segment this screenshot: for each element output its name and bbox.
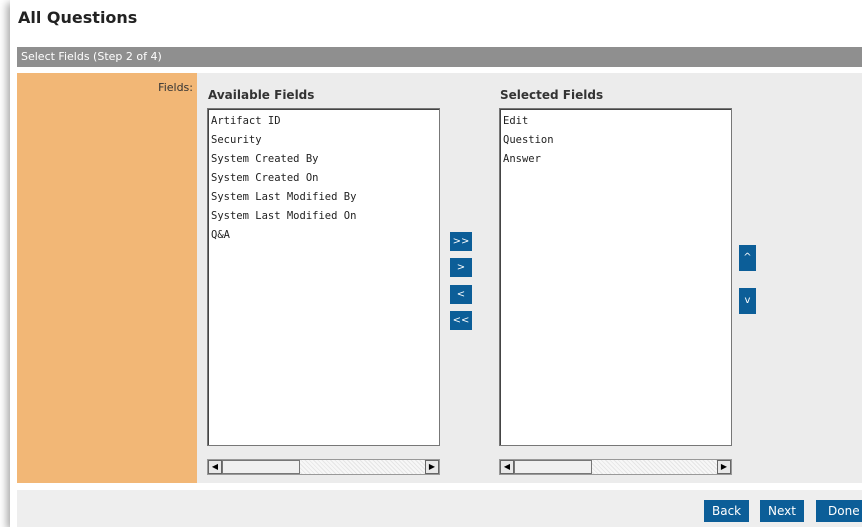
selected-fields-title: Selected Fields — [500, 88, 604, 102]
selected-fields-hscrollbar[interactable]: ◀ ▶ — [499, 459, 732, 475]
move-up-button[interactable]: ^ — [739, 245, 756, 271]
list-item[interactable]: Question — [503, 131, 554, 150]
list-item[interactable]: System Created On — [211, 169, 356, 188]
remove-button[interactable]: < — [450, 285, 472, 304]
scroll-right-arrow-icon[interactable]: ▶ — [717, 460, 731, 474]
scroll-thumb[interactable] — [222, 460, 300, 474]
add-button[interactable]: > — [450, 258, 472, 277]
list-item[interactable]: System Last Modified On — [211, 207, 356, 226]
list-item[interactable]: Security — [211, 131, 356, 150]
scroll-thumb[interactable] — [514, 460, 592, 474]
list-item[interactable]: System Created By — [211, 150, 356, 169]
scroll-left-arrow-icon[interactable]: ◀ — [208, 460, 222, 474]
next-button[interactable]: Next — [760, 500, 804, 522]
fields-label: Fields: — [158, 81, 193, 94]
list-item[interactable]: Answer — [503, 150, 554, 169]
done-button[interactable]: Done — [816, 500, 862, 522]
back-button[interactable]: Back — [704, 500, 750, 522]
label-column: Fields: — [17, 73, 197, 483]
scroll-left-arrow-icon[interactable]: ◀ — [500, 460, 514, 474]
step-indicator: Select Fields (Step 2 of 4) — [17, 47, 862, 67]
list-item[interactable]: Artifact ID — [211, 112, 356, 131]
page-title: All Questions — [18, 8, 138, 27]
list-item[interactable]: Q&A — [211, 226, 356, 245]
field-selector-panel: Fields: Available Fields Selected Fields… — [17, 73, 862, 483]
add-all-button[interactable]: >> — [450, 232, 472, 251]
selected-fields-list[interactable]: Edit Question Answer — [499, 108, 732, 446]
list-item[interactable]: System Last Modified By — [211, 188, 356, 207]
available-fields-hscrollbar[interactable]: ◀ ▶ — [207, 459, 440, 475]
available-fields-list[interactable]: Artifact ID Security System Created By Syst… — [207, 108, 440, 446]
move-down-button[interactable]: v — [739, 288, 756, 314]
scroll-right-arrow-icon[interactable]: ▶ — [425, 460, 439, 474]
list-item[interactable]: Edit — [503, 112, 554, 131]
available-fields-title: Available Fields — [208, 88, 315, 102]
remove-all-button[interactable]: << — [450, 311, 472, 330]
